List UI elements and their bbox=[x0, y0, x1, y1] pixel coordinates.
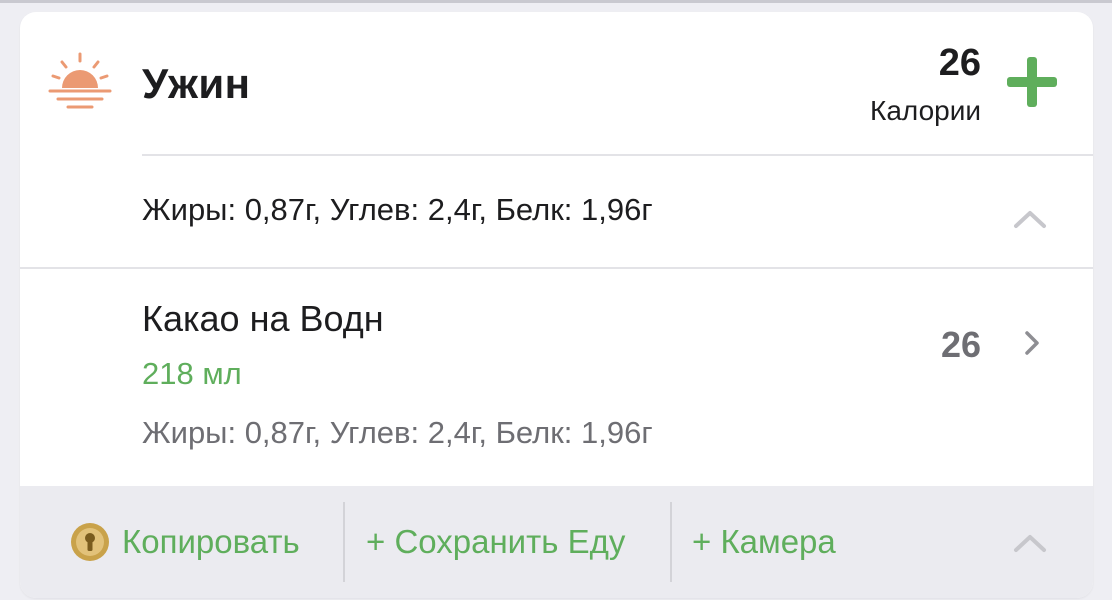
header-divider bbox=[142, 154, 1093, 156]
meal-calories-value: 26 bbox=[938, 42, 981, 84]
copy-button[interactable]: Копировать bbox=[70, 486, 300, 598]
screen: Ужин 26 Калории Жиры: 0,87г, Углев: 2,4г… bbox=[0, 0, 1112, 600]
add-food-button[interactable] bbox=[1004, 54, 1060, 110]
food-item-name: Какао на Водн bbox=[142, 298, 384, 339]
food-item-calories: 26 bbox=[940, 324, 981, 365]
chevron-up-icon bbox=[1014, 211, 1046, 228]
collapse-meal-button[interactable] bbox=[1012, 208, 1048, 230]
save-food-button-label: + Сохранить Еду bbox=[366, 523, 626, 560]
sunset-icon bbox=[48, 52, 112, 112]
summary-divider bbox=[20, 267, 1093, 269]
meal-card: Ужин 26 Калории Жиры: 0,87г, Углев: 2,4г… bbox=[20, 12, 1093, 598]
footer-separator bbox=[343, 502, 345, 582]
chevron-up-icon bbox=[1014, 535, 1046, 552]
save-food-button[interactable]: + Сохранить Еду bbox=[366, 486, 625, 598]
camera-button[interactable]: + Камера bbox=[692, 486, 836, 598]
food-item-macros: Жиры: 0,87г, Углев: 2,4г, Белк: 1,96г bbox=[142, 415, 653, 450]
status-divider bbox=[0, 0, 1112, 3]
keyhole-badge-icon bbox=[70, 522, 110, 562]
meal-macros-summary: Жиры: 0,87г, Углев: 2,4г, Белк: 1,96г bbox=[142, 192, 653, 227]
food-item-amount: 218 мл bbox=[142, 356, 242, 391]
meal-footer: Копировать + Сохранить Еду + Камера bbox=[20, 486, 1093, 598]
meal-title: Ужин bbox=[142, 60, 251, 107]
collapse-footer-button[interactable] bbox=[1012, 532, 1048, 554]
plus-icon bbox=[1007, 57, 1057, 107]
camera-button-label: + Камера bbox=[692, 523, 836, 560]
footer-separator bbox=[670, 502, 672, 582]
copy-button-label: Копировать bbox=[122, 523, 300, 560]
meal-calories-label: Калории bbox=[870, 95, 981, 126]
chevron-right-icon bbox=[1022, 328, 1042, 358]
meal-header[interactable]: Ужин 26 Калории bbox=[20, 12, 1093, 154]
